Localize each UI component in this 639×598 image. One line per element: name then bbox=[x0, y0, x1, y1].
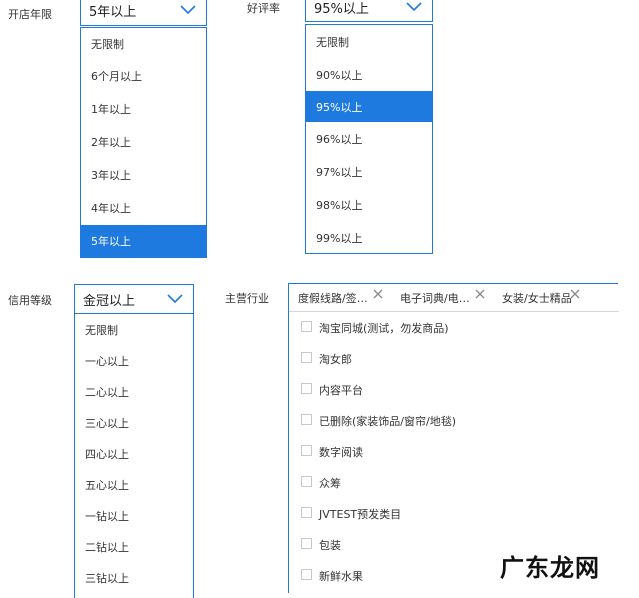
rating-option[interactable]: 无限制 bbox=[306, 25, 432, 58]
industry-checkbox[interactable] bbox=[301, 538, 312, 549]
rating-option[interactable]: 99%以上 bbox=[306, 222, 432, 253]
credit-option[interactable]: 三心以上 bbox=[75, 409, 193, 437]
credit-option[interactable]: 二钻以上 bbox=[75, 533, 193, 561]
chevron-down-icon bbox=[180, 5, 196, 15]
credit-option[interactable]: 五心以上 bbox=[75, 471, 193, 499]
rating-select[interactable]: 95%以上 bbox=[305, 0, 433, 22]
credit-option[interactable]: 二心以上 bbox=[75, 378, 193, 406]
industry-option[interactable]: 众筹 bbox=[319, 475, 341, 491]
industry-panel-border bbox=[288, 283, 289, 593]
rating-dropdown: 无限制 90%以上 95%以上 96%以上 97%以上 98%以上 99%以上 bbox=[305, 24, 433, 254]
industry-checkbox[interactable] bbox=[301, 321, 312, 332]
rating-value: 95%以上 bbox=[314, 1, 369, 17]
rating-option-selected[interactable]: 95%以上 bbox=[306, 91, 432, 122]
shop-age-option[interactable]: 3年以上 bbox=[81, 159, 206, 190]
industry-checkbox[interactable] bbox=[301, 569, 312, 580]
shop-age-option[interactable]: 无限制 bbox=[81, 28, 206, 59]
shop-age-value: 5年以上 bbox=[89, 4, 137, 20]
industry-checkbox[interactable] bbox=[301, 352, 312, 363]
chevron-down-icon bbox=[406, 2, 422, 12]
credit-option[interactable]: 四心以上 bbox=[75, 440, 193, 468]
rating-option[interactable]: 98%以上 bbox=[306, 189, 432, 221]
chevron-down-icon bbox=[167, 294, 183, 304]
industry-tag: 女装/女士精品 bbox=[502, 292, 572, 305]
credit-dropdown: 无限制 一心以上 二心以上 三心以上 四心以上 五心以上 一钻以上 二钻以上 三… bbox=[74, 313, 194, 598]
industry-checkbox[interactable] bbox=[301, 414, 312, 425]
credit-label: 信用等级 bbox=[8, 294, 52, 307]
credit-option[interactable]: 无限制 bbox=[75, 316, 193, 344]
industry-option[interactable]: 淘宝同城(测试，勿发商品) bbox=[319, 320, 449, 336]
shop-age-option[interactable]: 2年以上 bbox=[81, 126, 206, 157]
watermark: 广东龙网 bbox=[500, 554, 600, 582]
rating-option[interactable]: 97%以上 bbox=[306, 156, 432, 188]
credit-select[interactable]: 金冠以上 bbox=[74, 284, 194, 314]
rating-option[interactable]: 96%以上 bbox=[306, 123, 432, 155]
industry-option[interactable]: 内容平台 bbox=[319, 382, 363, 398]
credit-option[interactable]: 三钻以上 bbox=[75, 564, 193, 592]
industry-tag: 电子词典/电… bbox=[400, 292, 470, 305]
credit-option[interactable]: 一钻以上 bbox=[75, 502, 193, 530]
industry-tag: 度假线路/签… bbox=[298, 292, 368, 305]
industry-label: 主营行业 bbox=[225, 292, 269, 305]
shop-age-option[interactable]: 1年以上 bbox=[81, 93, 206, 124]
close-icon[interactable] bbox=[570, 289, 580, 299]
industry-option[interactable]: 包装 bbox=[319, 537, 341, 553]
shop-age-option-selected[interactable]: 5年以上 bbox=[81, 225, 206, 257]
credit-option[interactable]: 一心以上 bbox=[75, 347, 193, 375]
shop-age-select[interactable]: 5年以上 bbox=[80, 0, 207, 26]
credit-value: 金冠以上 bbox=[83, 293, 136, 309]
rating-label: 好评率 bbox=[247, 2, 280, 15]
close-icon[interactable] bbox=[475, 289, 485, 299]
industry-option[interactable]: JVTEST预发类目 bbox=[319, 506, 401, 522]
industry-option[interactable]: 已删除(家装饰品/窗帘/地毯) bbox=[319, 413, 456, 429]
industry-checkbox[interactable] bbox=[301, 383, 312, 394]
industry-panel-border bbox=[288, 283, 618, 284]
industry-checkbox[interactable] bbox=[301, 507, 312, 518]
industry-option[interactable]: 淘女郎 bbox=[319, 351, 352, 367]
industry-option[interactable]: 新鲜水果 bbox=[319, 568, 363, 584]
industry-checkbox[interactable] bbox=[301, 445, 312, 456]
shop-age-option[interactable]: 6个月以上 bbox=[81, 60, 206, 91]
industry-option[interactable]: 数字阅读 bbox=[319, 444, 363, 460]
rating-option[interactable]: 90%以上 bbox=[306, 58, 432, 91]
tags-divider bbox=[289, 311, 619, 312]
shop-age-dropdown: 无限制 6个月以上 1年以上 2年以上 3年以上 4年以上 5年以上 bbox=[80, 27, 207, 258]
industry-checkbox[interactable] bbox=[301, 476, 312, 487]
close-icon[interactable] bbox=[373, 289, 383, 299]
shop-age-option[interactable]: 4年以上 bbox=[81, 192, 206, 223]
shop-age-label: 开店年限 bbox=[8, 8, 52, 21]
